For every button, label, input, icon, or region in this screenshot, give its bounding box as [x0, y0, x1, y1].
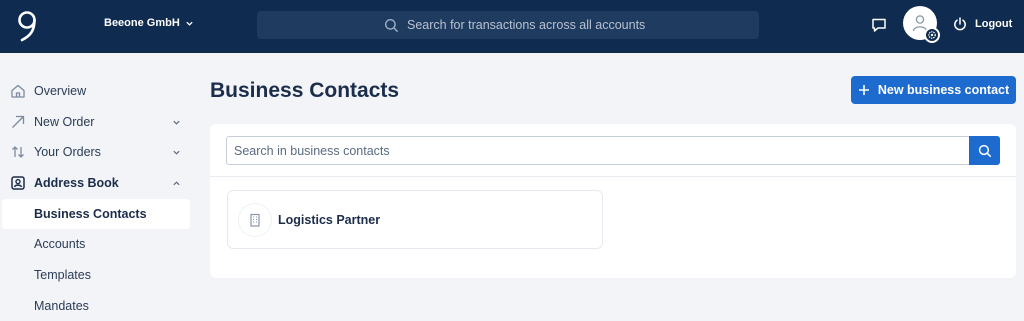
home-icon — [11, 84, 25, 98]
company-switcher[interactable]: Beeone GmbH — [104, 17, 194, 29]
contact-search-input[interactable] — [227, 137, 969, 164]
logout-button[interactable]: Logout — [953, 17, 1012, 31]
chevron-down-icon — [173, 150, 180, 155]
top-bar: Beeone GmbH Logout — [0, 0, 1024, 53]
chevron-up-icon — [173, 180, 180, 185]
swap-arrows-icon — [12, 146, 24, 158]
sidebar-item-label: Your Orders — [34, 145, 101, 159]
search-icon — [978, 144, 991, 157]
new-business-contact-button[interactable]: New business contact — [851, 76, 1016, 104]
page-title: Business Contacts — [210, 79, 400, 102]
contact-avatar — [238, 203, 272, 237]
sidebar-subitem-accounts[interactable]: Accounts — [2, 229, 190, 259]
contacts-panel: Logistics Partner — [210, 124, 1016, 278]
sidebar: Overview New Order Your Orders Address B… — [0, 53, 192, 321]
sidebar-subitem-business-contacts[interactable]: Business Contacts — [2, 199, 190, 229]
contact-name: Logistics Partner — [278, 213, 381, 227]
sidebar-item-new-order[interactable]: New Order — [0, 107, 190, 137]
plus-icon — [858, 85, 869, 95]
avatar[interactable] — [903, 6, 940, 43]
sidebar-item-label: Address Book — [34, 176, 119, 190]
sidebar-item-your-orders[interactable]: Your Orders — [0, 137, 190, 167]
contact-search — [226, 136, 1000, 165]
chat-icon[interactable] — [870, 16, 888, 34]
address-book-icon — [11, 176, 25, 190]
logo[interactable] — [14, 9, 40, 43]
sidebar-item-address-book[interactable]: Address Book — [0, 168, 190, 198]
chevron-down-icon — [186, 21, 193, 26]
contact-search-button[interactable] — [969, 136, 1000, 165]
divider — [210, 176, 1016, 177]
power-icon — [954, 17, 966, 31]
new-business-contact-label: New business contact — [877, 83, 1010, 97]
gear-icon — [928, 31, 936, 39]
chevron-down-icon — [173, 120, 180, 125]
arrow-up-right-icon — [12, 115, 25, 128]
global-search[interactable] — [257, 11, 759, 39]
sidebar-subitem-mandates[interactable]: Mandates — [2, 291, 190, 321]
building-icon — [250, 213, 260, 227]
sidebar-item-overview[interactable]: Overview — [0, 76, 190, 106]
sidebar-subitem-templates[interactable]: Templates — [2, 260, 190, 290]
logout-label: Logout — [975, 18, 1013, 30]
contact-card[interactable]: Logistics Partner — [227, 190, 603, 249]
company-name: Beeone GmbH — [104, 17, 180, 29]
sidebar-item-label: New Order — [34, 115, 95, 129]
global-search-input[interactable] — [407, 18, 707, 32]
settings-badge[interactable] — [924, 27, 940, 43]
sidebar-item-label: Overview — [34, 84, 87, 98]
search-icon — [384, 18, 399, 32]
